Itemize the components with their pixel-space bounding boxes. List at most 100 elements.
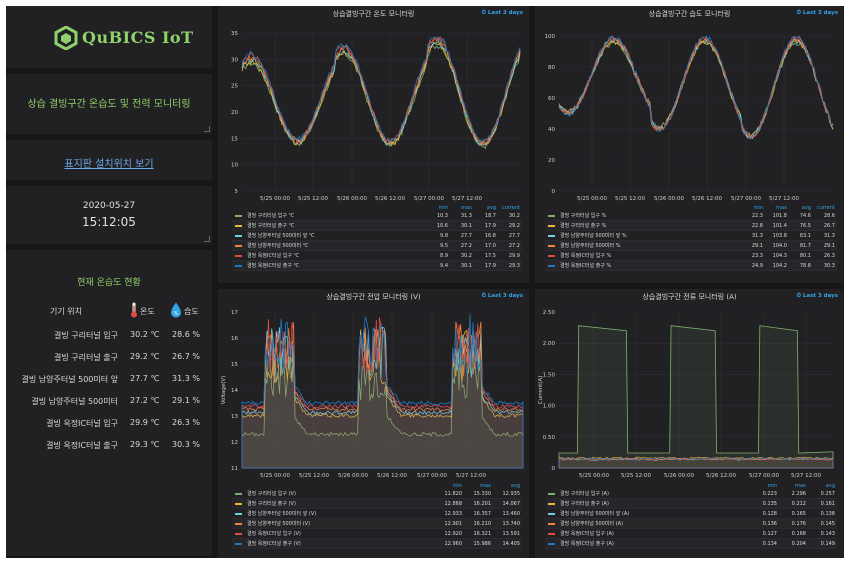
legend-item[interactable]: 결빙 남양주터널 500미터 % 29.1 104.0 81.7 29.1 <box>545 241 837 251</box>
legend-item[interactable]: 결빙 구리터널 입구 ℃ 10.3 31.3 18.7 30.2 <box>232 211 522 221</box>
legend-item[interactable]: 결빙 남양주터널 500미터 앞 (V) 12.933 16.357 13.460 <box>232 509 522 519</box>
legend-label: 결빙 남양주터널 500미터 (A) <box>560 521 624 527</box>
legend-max: 31.3 <box>460 212 472 219</box>
legend-swatch <box>235 512 242 515</box>
row-location: 결빙 옥정IC터널 출구 <box>46 441 118 450</box>
legend-col-current[interactable]: current <box>813 205 837 211</box>
legend-max: 16.201 <box>473 500 492 507</box>
legend-item[interactable]: 결빙 옥정IC터널 출구 (A) 0.134 0.204 0.149 <box>545 539 837 549</box>
legend-swatch <box>548 244 555 247</box>
legend-header: min max avg <box>545 482 837 489</box>
legend-col-max[interactable]: max <box>765 205 789 211</box>
legend-label: 결빙 남양주터널 500미터 (V) <box>247 521 311 527</box>
legend-label: 결빙 구리터널 출구 (V) <box>247 501 296 507</box>
humidity-legend: min max avg current 결빙 구리터널 입구 % 22.3 101.8 74.… <box>545 204 837 271</box>
legend-min: 24.9 <box>751 262 763 269</box>
legend-current: 28.6 <box>823 212 835 219</box>
x-tick-label: 5/27 12:00 <box>452 196 482 202</box>
legend-item[interactable]: 결빙 구리터널 출구 % 22.8 101.4 76.5 26.7 <box>545 221 837 231</box>
legend-item[interactable]: 결빙 구리터널 입구 (V) 11.820 15.330 12.935 <box>232 489 522 499</box>
current-legend: min max avg 결빙 구리터널 입구 (A) 0.223 2.296 0.257 결빙… <box>545 482 837 549</box>
legend-item[interactable]: 결빙 남양주터널 500미터 (V) 12.901 16.210 13.740 <box>232 519 522 529</box>
y-tick-label: 17 <box>231 310 238 316</box>
col-humidity: 습도 <box>184 307 199 316</box>
legend-swatch <box>548 264 555 267</box>
legend-min: 9.8 <box>440 232 448 239</box>
legend-col-current[interactable]: current <box>498 205 522 211</box>
legend-max: 30.2 <box>460 252 472 259</box>
x-tick-label: 5/25 00:00 <box>260 196 290 202</box>
legend-label: 결빙 옥정IC터널 출구 (V) <box>247 541 301 547</box>
legend-item[interactable]: 결빙 옥정IC터널 출구 ℃ 9.4 30.1 17.9 29.3 <box>232 261 522 271</box>
legend-item[interactable]: 결빙 남양주터널 500미터 앞 % 31.3 103.8 83.1 31.3 <box>545 231 837 241</box>
legend-item[interactable]: 결빙 남양주터널 500미터 (A) 0.136 0.176 0.145 <box>545 519 837 529</box>
legend-item[interactable]: 결빙 구리터널 출구 (A) 0.135 0.212 0.161 <box>545 499 837 509</box>
x-tick-label: 5/26 00:00 <box>664 473 694 479</box>
legend-item[interactable]: 결빙 옥정IC터널 입구 ℃ 8.9 30.2 17.5 29.9 <box>232 251 522 261</box>
legend-avg: 17.9 <box>484 262 496 269</box>
legend-col-min[interactable]: min <box>435 483 464 489</box>
legend-max: 103.8 <box>772 232 787 239</box>
legend-col-max[interactable]: max <box>779 483 808 489</box>
legend-col-max[interactable]: max <box>464 483 493 489</box>
y-tick-label: 15 <box>231 362 238 368</box>
legend-max: 30.1 <box>460 262 472 269</box>
x-tick-label: 5/25 00:00 <box>260 473 290 479</box>
title-panel: 상습 결빙구간 온습도 및 전력 모니터링 <box>6 74 212 134</box>
legend-item[interactable]: 결빙 구리터널 입구 % 22.3 101.8 74.6 28.6 <box>545 211 837 221</box>
sign-location-link[interactable]: 표지판 설치위치 보기 <box>6 155 212 170</box>
legend-item[interactable]: 결빙 옥정IC터널 출구 (V) 12.960 15.986 14.405 <box>232 539 522 549</box>
legend-item[interactable]: 결빙 남양주터널 500미터 ℃ 9.5 27.2 17.0 27.2 <box>232 241 522 251</box>
legend-item[interactable]: 결빙 구리터널 출구 (V) 12.868 16.201 14.067 <box>232 499 522 509</box>
legend-avg: 14.067 <box>502 500 521 507</box>
legend-col-min[interactable]: min <box>741 205 765 211</box>
legend-item[interactable]: 결빙 옥정IC터널 입구 (V) 12.920 16.321 13.591 <box>232 529 522 539</box>
legend-col-min[interactable]: min <box>750 483 779 489</box>
legend-min: 12.901 <box>444 520 463 527</box>
legend-item[interactable]: 결빙 옥정IC터널 입구 % 23.3 104.3 80.1 26.3 <box>545 251 837 261</box>
legend-swatch <box>548 214 555 217</box>
legend-col-avg[interactable]: avg <box>474 205 498 211</box>
resize-handle[interactable] <box>204 126 210 132</box>
legend-swatch <box>548 492 555 495</box>
status-row: 결빙 옥정IC터널 입구 29.9 ℃ 26.3 % <box>6 413 212 433</box>
legend-item[interactable]: 결빙 옥정IC터널 입구 (A) 0.127 0.168 0.143 <box>545 529 837 539</box>
x-tick-label: 5/27 00:00 <box>414 196 444 202</box>
legend-swatch <box>548 224 555 227</box>
legend-swatch <box>235 224 242 227</box>
legend-col-avg[interactable]: avg <box>789 205 813 211</box>
status-row: 결빙 구리터널 출구 29.2 ℃ 26.7 % <box>6 347 212 367</box>
row-temp: 29.9 ℃ <box>130 418 160 427</box>
legend-avg: 18.7 <box>484 212 496 219</box>
legend-item[interactable]: 결빙 구리터널 출구 ℃ 10.6 30.1 17.9 29.2 <box>232 221 522 231</box>
legend-min: 8.9 <box>440 252 448 259</box>
legend-item[interactable]: 결빙 남양주터널 500미터 앞 (A) 0.128 0.165 0.138 <box>545 509 837 519</box>
legend-col-avg[interactable]: avg <box>493 483 522 489</box>
legend-col-max[interactable]: max <box>450 205 474 211</box>
legend-label: 결빙 남양주터널 500미터 앞 ℃ <box>247 233 315 239</box>
row-humidity: 28.6 % <box>172 330 200 339</box>
y-tick-label: 40 <box>548 127 555 133</box>
legend-item[interactable]: 결빙 옥정IC터널 출구 % 24.9 104.2 78.8 30.3 <box>545 261 837 271</box>
y-tick-label: 14 <box>231 388 238 394</box>
x-tick-label: 5/25 12:00 <box>299 473 329 479</box>
logo-text: QuBICS IoT <box>82 28 194 47</box>
status-panel: 현재 온습도 현황 기기 위치 온도 % 습도 결빙 구리터널 입구 30.2 ℃… <box>6 250 212 556</box>
legend-max: 101.4 <box>772 222 787 229</box>
legend-item[interactable]: 결빙 구리터널 입구 (A) 0.223 2.296 0.257 <box>545 489 837 499</box>
legend-swatch <box>548 542 555 545</box>
legend-min: 9.4 <box>440 262 448 269</box>
legend-label: 결빙 옥정IC터널 입구 % <box>560 253 612 259</box>
legend-col-avg[interactable]: avg <box>808 483 837 489</box>
series-line-2 <box>241 41 521 147</box>
legend-item[interactable]: 결빙 남양주터널 500미터 앞 ℃ 9.8 27.7 16.8 27.7 <box>232 231 522 241</box>
row-humidity: 29.1 % <box>172 396 200 405</box>
y-tick-label: 60 <box>548 96 555 102</box>
legend-col-min[interactable]: min <box>426 205 450 211</box>
legend-min: 0.223 <box>762 490 777 497</box>
status-row: 결빙 남양주터널 500미터 앞 27.7 ℃ 31.3 % <box>6 369 212 389</box>
legend-min: 10.6 <box>436 222 448 229</box>
legend-avg: 12.935 <box>502 490 521 497</box>
resize-handle[interactable] <box>204 236 210 242</box>
legend-max: 104.2 <box>772 262 787 269</box>
